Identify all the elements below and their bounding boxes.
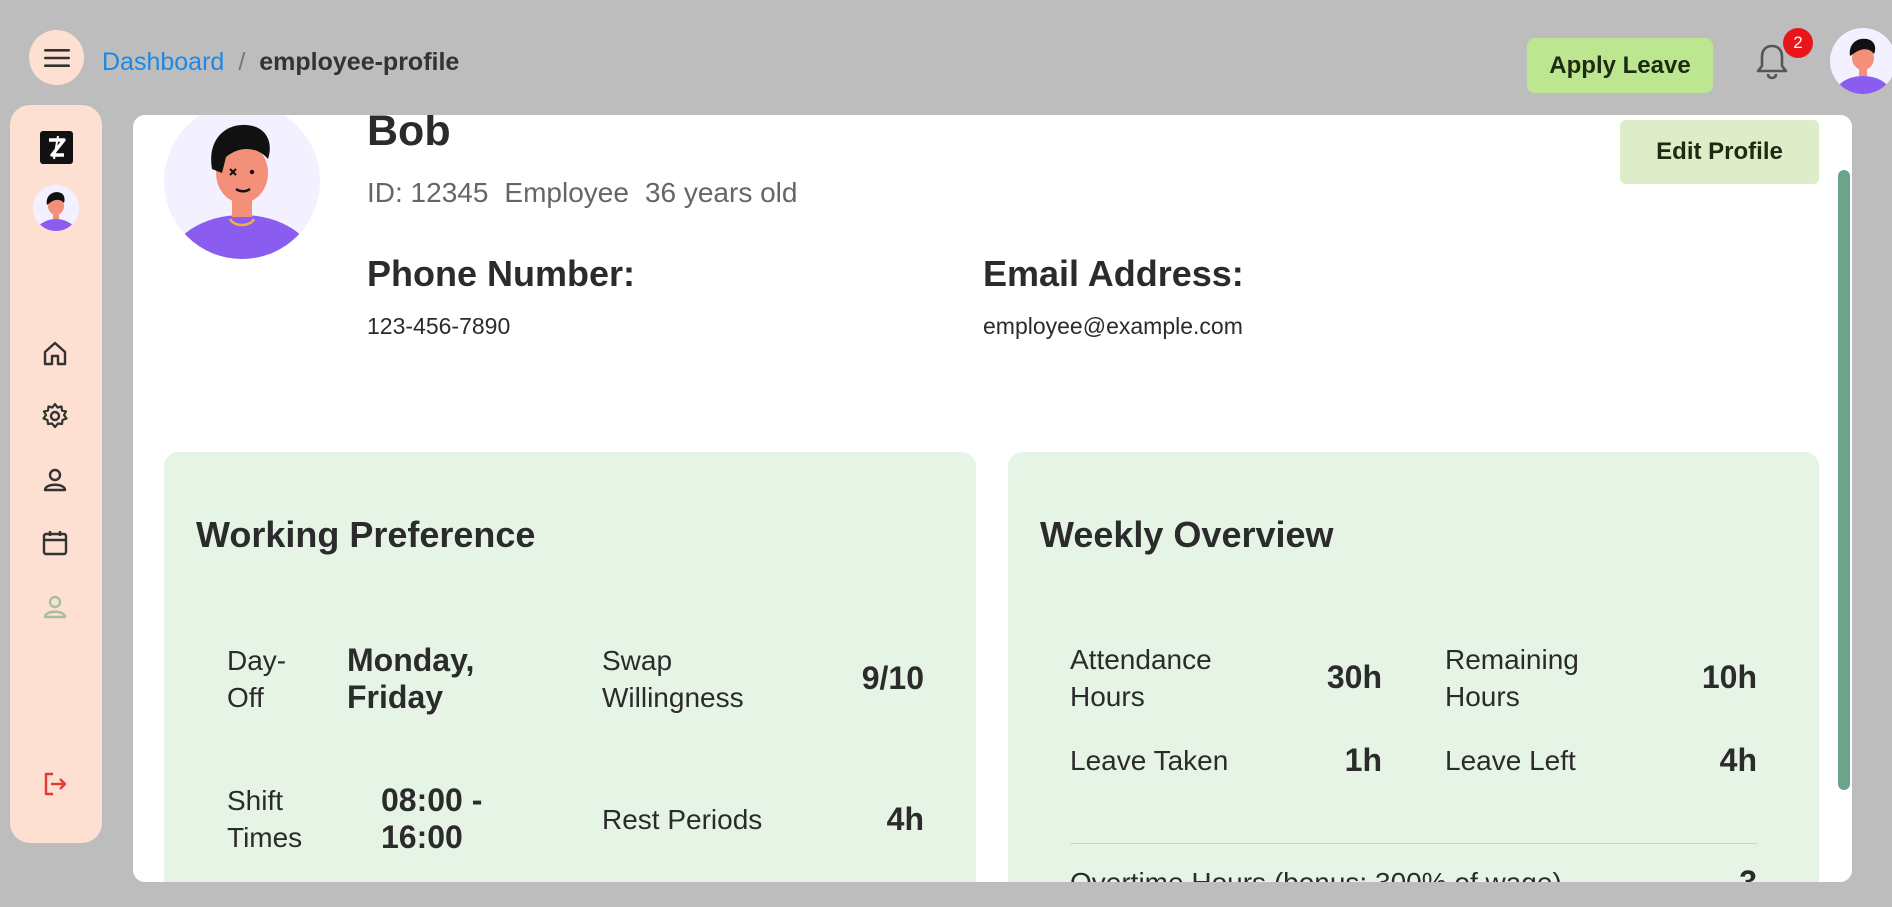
rest-periods-value: 4h xyxy=(886,801,924,837)
shift-times-value: 08:00 - 16:00 xyxy=(381,782,483,855)
overtime-hours-label: Overtime Hours (bonus: 300% of wage) xyxy=(1070,864,1630,882)
employee-meta: ID: 12345 Employee 36 years old xyxy=(367,177,797,209)
gear-icon[interactable] xyxy=(40,401,70,431)
remaining-hours-label: Remaining Hours xyxy=(1445,644,1579,712)
employee-age: 36 years old xyxy=(644,177,798,208)
remaining-hours-value: 10h xyxy=(1701,659,1757,695)
attendance-hours-label: Attendance Hours xyxy=(1070,644,1212,712)
employee-name: Bob xyxy=(367,115,451,155)
shift-times-label: Shift Times xyxy=(227,785,303,853)
working-preference-card: Working Preference Day-Off Monday, Frida… xyxy=(164,452,976,882)
rest-periods-label: Rest Periods xyxy=(602,804,763,835)
menu-button[interactable] xyxy=(29,30,84,85)
breadcrumb-current: employee-profile xyxy=(259,48,460,76)
profile-panel: Bob ID: 12345 Employee 36 years old Edit… xyxy=(133,115,1852,882)
swap-willingness-label: Swap Willingness xyxy=(602,645,744,713)
sidebar xyxy=(10,105,102,843)
weekly-overview-title: Weekly Overview xyxy=(1040,514,1334,555)
attendance-hours-value: 30h xyxy=(1326,659,1382,695)
scrollbar-track[interactable] xyxy=(1836,115,1852,882)
leave-taken-value: 1h xyxy=(1344,742,1382,778)
active-indicator xyxy=(0,592,10,612)
user-avatar[interactable] xyxy=(1830,28,1892,94)
employee-profile-icon[interactable] xyxy=(40,592,70,622)
breadcrumb-dashboard-link[interactable]: Dashboard xyxy=(102,48,224,77)
leave-left-value: 4h xyxy=(1719,742,1757,778)
breadcrumb-separator: / xyxy=(238,48,246,76)
weekly-overview-card: Weekly Overview Attendance Hours 30h Rem… xyxy=(1008,452,1819,882)
edit-profile-button[interactable]: Edit Profile xyxy=(1620,120,1819,184)
overview-divider xyxy=(1070,843,1757,844)
hamburger-icon xyxy=(43,48,70,67)
sidebar-avatar[interactable] xyxy=(33,185,79,231)
profile-avatar xyxy=(164,115,320,259)
employee-id: ID: 12345 xyxy=(367,177,489,208)
breadcrumb: Dashboard / employee-profile xyxy=(102,48,459,77)
user-icon[interactable] xyxy=(40,465,70,495)
day-off-label: Day-Off xyxy=(227,645,287,713)
day-off-value: Monday, Friday xyxy=(347,642,475,715)
working-preference-title: Working Preference xyxy=(196,514,536,555)
overtime-hours-value: 3 xyxy=(1739,864,1757,882)
scrollbar-thumb[interactable] xyxy=(1838,170,1850,790)
leave-taken-label: Leave Taken xyxy=(1070,745,1229,776)
app-logo-icon xyxy=(40,131,73,164)
email-value: employee@example.com xyxy=(983,313,1243,339)
leave-left-label: Leave Left xyxy=(1445,745,1576,776)
home-icon[interactable] xyxy=(40,338,70,368)
phone-label: Phone Number: xyxy=(367,253,636,294)
calendar-icon[interactable] xyxy=(40,528,70,558)
swap-willingness-value: 9/10 xyxy=(861,660,924,696)
notification-badge: 2 xyxy=(1783,28,1813,58)
email-label: Email Address: xyxy=(983,253,1244,294)
logout-icon[interactable] xyxy=(40,769,70,799)
phone-value: 123-456-7890 xyxy=(367,313,511,339)
employee-role: Employee xyxy=(504,177,629,208)
apply-leave-button[interactable]: Apply Leave xyxy=(1527,38,1713,93)
